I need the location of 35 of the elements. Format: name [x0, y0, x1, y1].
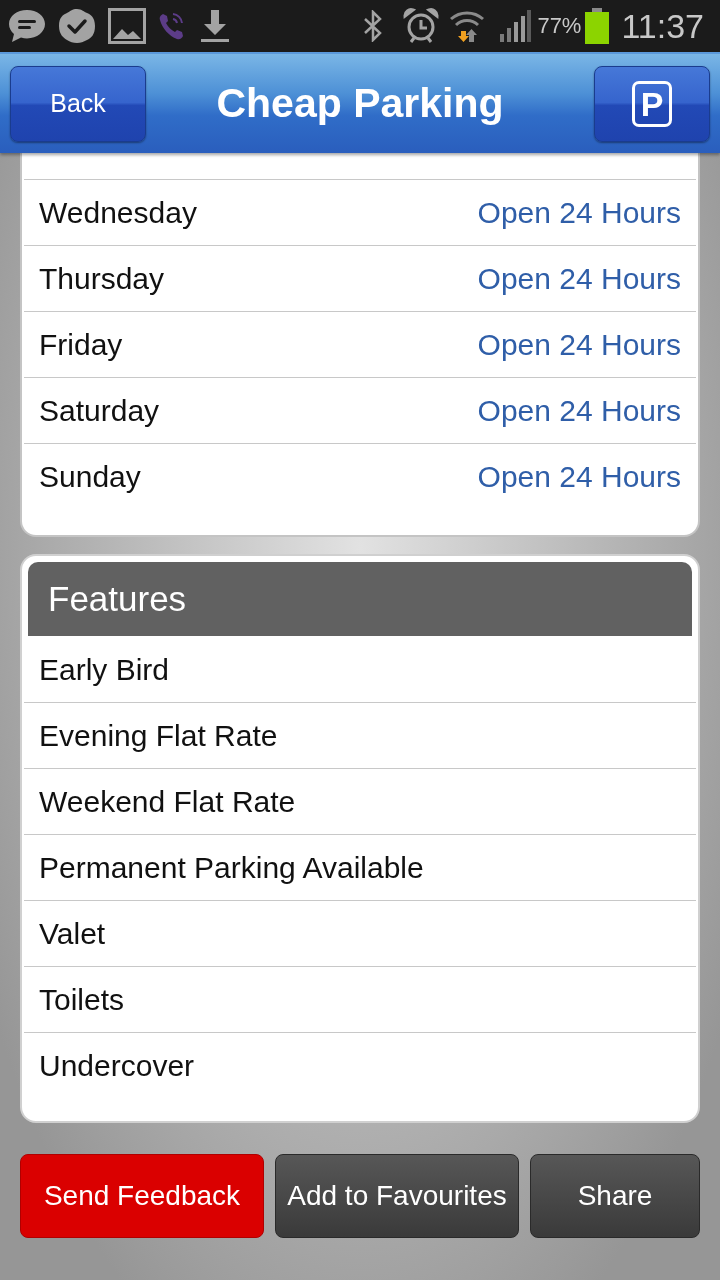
- image-icon: [108, 8, 146, 44]
- back-button[interactable]: Back: [10, 65, 146, 142]
- add-to-favourites-button[interactable]: Add to Favourites: [275, 1154, 519, 1238]
- battery-percent: 77%: [537, 15, 582, 37]
- check-badge-icon: [58, 8, 96, 44]
- hours-text: Open 24 Hours: [477, 393, 681, 429]
- feature-label: Evening Flat Rate: [39, 718, 278, 754]
- section-header: Features: [28, 562, 692, 636]
- feature-label: Toilets: [39, 982, 125, 1018]
- feature-label: Early Bird: [39, 651, 170, 688]
- feature-label: Permanent Parking Available: [39, 850, 424, 886]
- hours-text: Open 24 Hours: [477, 327, 681, 363]
- day-label: Saturday: [39, 393, 160, 429]
- chat-bubble-icon: [8, 9, 46, 43]
- send-feedback-button[interactable]: Send Feedback: [20, 1154, 264, 1238]
- battery-icon: [585, 8, 610, 44]
- hours-text: Open 24 Hours: [477, 261, 681, 297]
- hours-text: Open 24 Hours: [477, 195, 681, 231]
- day-label: Sunday: [39, 459, 141, 495]
- wifi-icon: [449, 9, 486, 43]
- clock-time: 11:37: [621, 9, 704, 43]
- day-label: Friday: [39, 327, 123, 363]
- feature-label: Undercover: [39, 1048, 195, 1084]
- download-icon: [200, 9, 230, 43]
- bluetooth-icon: [363, 10, 384, 42]
- screen-title: Cheap Parking: [215, 83, 505, 124]
- signal-icon: [499, 10, 532, 42]
- day-label: Thursday: [39, 261, 165, 297]
- share-button[interactable]: Share: [530, 1154, 700, 1238]
- day-label: Wednesday: [39, 195, 197, 231]
- parking-button[interactable]: P: [594, 65, 710, 142]
- feature-label: Weekend Flat Rate: [39, 784, 296, 820]
- hours-text: Open 24 Hours: [477, 459, 681, 495]
- alarm-clock-icon: [403, 8, 440, 44]
- feature-label: Valet: [39, 916, 106, 952]
